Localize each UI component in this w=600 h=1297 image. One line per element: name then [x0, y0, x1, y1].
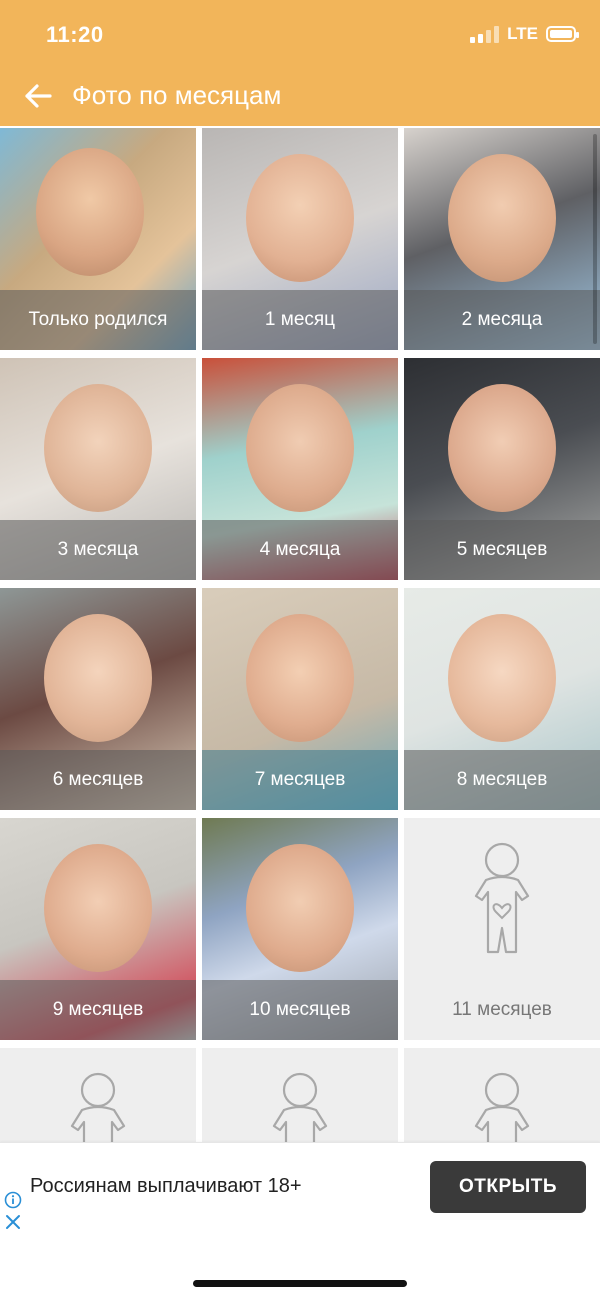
tile-caption: 6 месяцев — [52, 769, 144, 790]
month-tile-3[interactable]: 3 месяца — [0, 358, 196, 580]
month-tile-6[interactable]: 6 месяцев — [0, 588, 196, 810]
baby-onesie-icon — [474, 842, 530, 954]
battery-icon — [546, 26, 579, 42]
network-label: LTE — [507, 24, 538, 43]
tile-caption: Только родился — [28, 309, 168, 330]
tile-caption: 11 месяцев — [452, 999, 552, 1020]
month-tile-8[interactable]: 8 месяцев — [404, 588, 600, 810]
tile-caption: 5 месяцев — [456, 539, 548, 560]
baby-face — [36, 148, 144, 276]
arrow-left-icon — [25, 84, 52, 108]
month-tile-1[interactable]: 1 месяц — [202, 128, 398, 350]
baby-face — [448, 614, 556, 742]
month-tile-10[interactable]: 10 месяцев — [202, 818, 398, 1040]
tile-caption: 3 месяца — [57, 539, 139, 560]
baby-face — [246, 614, 354, 742]
baby-face — [448, 154, 556, 282]
ad-banner[interactable]: Россиянам выплачивают 18+ ОТКРЫТЬ — [0, 1142, 600, 1235]
month-tile-newborn[interactable]: Только родился — [0, 128, 196, 350]
back-button[interactable] — [20, 78, 56, 114]
bottom-safe-area — [0, 1234, 600, 1297]
tile-caption: 2 месяца — [461, 309, 543, 330]
month-tile-7[interactable]: 7 месяцев — [202, 588, 398, 810]
month-tile-11[interactable]: 11 месяцев — [404, 818, 600, 1040]
app-header: 11:20 LTE Фото по месяцам — [0, 0, 600, 126]
baby-face — [246, 844, 354, 972]
baby-face — [246, 384, 354, 512]
page-title: Фото по месяцам — [72, 80, 282, 110]
home-indicator[interactable] — [193, 1280, 407, 1287]
month-tile-4[interactable]: 4 месяца — [202, 358, 398, 580]
scroll-indicator[interactable] — [593, 134, 597, 344]
tile-caption: 1 месяц — [264, 309, 336, 330]
signal-icon — [470, 25, 500, 43]
ad-open-button[interactable]: ОТКРЫТЬ — [430, 1161, 586, 1213]
status-time: 11:20 — [46, 22, 104, 47]
ad-text: Россиянам выплачивают 18+ — [30, 1175, 302, 1197]
baby-face — [44, 384, 152, 512]
baby-face — [44, 844, 152, 972]
month-tile-2[interactable]: 2 месяца — [404, 128, 600, 350]
tile-caption: 7 месяцев — [254, 769, 346, 790]
month-tile-5[interactable]: 5 месяцев — [404, 358, 600, 580]
baby-face — [44, 614, 152, 742]
tile-caption: 10 месяцев — [249, 999, 351, 1020]
info-icon[interactable] — [4, 1191, 22, 1209]
status-indicators: LTE — [470, 24, 579, 44]
month-tile-9[interactable]: 9 месяцев — [0, 818, 196, 1040]
baby-face — [246, 154, 354, 282]
tile-caption: 8 месяцев — [456, 769, 548, 790]
close-icon[interactable] — [4, 1213, 22, 1231]
baby-face — [448, 384, 556, 512]
tile-caption: 4 месяца — [259, 539, 341, 560]
tile-caption: 9 месяцев — [52, 999, 144, 1020]
